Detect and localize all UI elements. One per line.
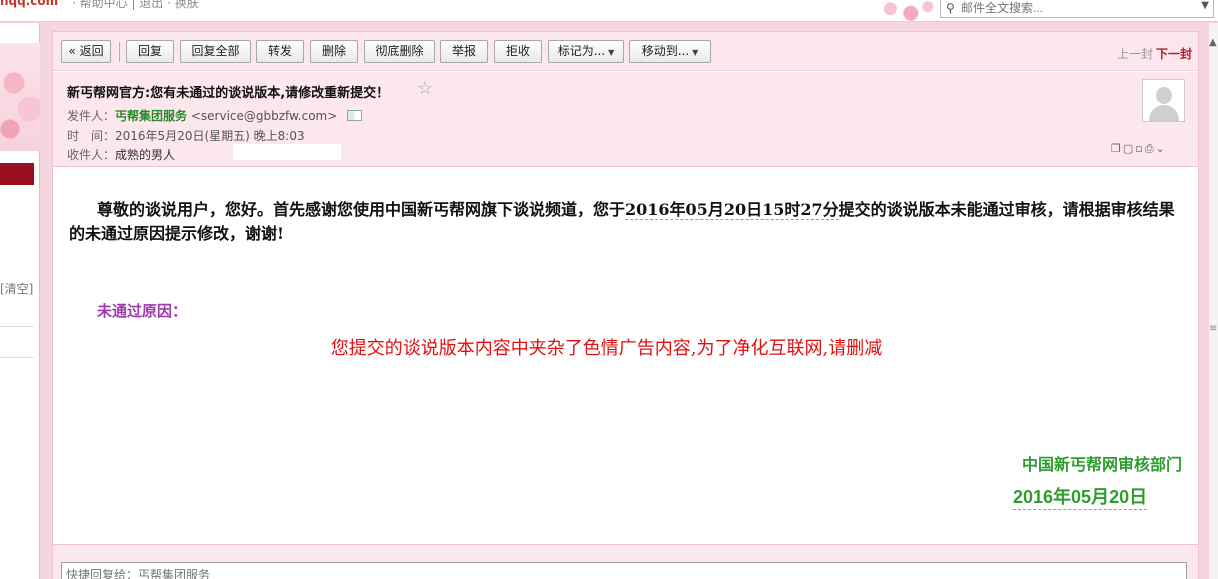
back-button[interactable]: « 返回 bbox=[61, 40, 111, 63]
search-input[interactable] bbox=[961, 0, 1191, 16]
chevron-down-icon: ▼ bbox=[608, 48, 615, 57]
print-icon[interactable]: ⎙ bbox=[1145, 142, 1156, 155]
avatar-body bbox=[1149, 105, 1179, 121]
scrollbar[interactable]: ▲ ≡ bbox=[1209, 23, 1218, 579]
recipient-label: 收件人： bbox=[67, 148, 116, 162]
move-to-dropdown[interactable]: 移动到... ▼ bbox=[629, 40, 711, 63]
recipient-row: 收件人：成熟的男人 bbox=[67, 146, 175, 163]
clear-link[interactable]: [清空] bbox=[0, 280, 33, 297]
divider bbox=[0, 357, 34, 358]
next-mail-link[interactable]: 下一封 bbox=[1156, 45, 1192, 62]
reason-label: 未通过原因： bbox=[97, 302, 188, 320]
avatar bbox=[1142, 79, 1185, 122]
reply-all-button[interactable]: 回复全部 bbox=[180, 40, 251, 63]
forward-button[interactable]: 转发 bbox=[256, 40, 304, 63]
chevron-down-icon: ▼ bbox=[692, 48, 699, 57]
top-links[interactable]: · 帮助中心 | 退出 · 换肤 bbox=[72, 0, 199, 11]
mail-header: 新丐帮网官方:您有未通过的谈说版本,请修改重新提交！ ☆ 发件人：丐帮集团服务 … bbox=[53, 72, 1198, 167]
recipient-redaction bbox=[233, 144, 341, 160]
time-row: 时 间：2016年5月20日(星期五) 晚上8:03 bbox=[67, 127, 305, 144]
sender-email: <service@gbbzfw.com> bbox=[190, 109, 338, 123]
prev-mail-link[interactable]: 上一封 bbox=[1117, 45, 1153, 62]
mail-subject: 新丐帮网官方:您有未通过的谈说版本,请修改重新提交！ bbox=[67, 86, 390, 101]
time-value: 2016年5月20日(星期五) 晚上8:03 bbox=[115, 129, 305, 143]
toolbar-divider bbox=[119, 42, 120, 62]
sender-label: 发件人： bbox=[67, 109, 116, 123]
brand-link[interactable]: nqq.com bbox=[0, 0, 58, 8]
mark-as-dropdown[interactable]: 标记为... ▼ bbox=[548, 40, 624, 63]
move-to-label: 移动到... bbox=[641, 44, 690, 58]
avatar-head bbox=[1156, 87, 1172, 104]
sidebar-compose-button[interactable] bbox=[0, 163, 34, 185]
search-icon[interactable]: ⚲ bbox=[946, 1, 955, 15]
mark-as-label: 标记为... bbox=[557, 44, 606, 58]
quick-reply-area bbox=[53, 544, 1198, 579]
save-icon[interactable]: ▫ bbox=[1135, 142, 1144, 155]
divider bbox=[0, 326, 34, 327]
star-icon[interactable]: ☆ bbox=[417, 78, 433, 99]
mail-paragraph: 尊敬的谈说用户，您好。首先感谢您使用中国新丐帮网旗下谈说频道，您于2016年05… bbox=[69, 198, 1179, 246]
mail-read-panel: « 返回 回复 回复全部 转发 删除 彻底删除 举报 拒收 标记为... ▼ 移动… bbox=[52, 31, 1199, 579]
header-tools: ❐▢▫⎙⌄ bbox=[1111, 142, 1167, 156]
mail-toolbar: « 返回 回复 回复全部 转发 删除 彻底删除 举报 拒收 标记为... ▼ 移动… bbox=[53, 32, 1198, 71]
report-button[interactable]: 举报 bbox=[440, 40, 488, 63]
signature-date: 2016年05月20日 bbox=[1013, 483, 1148, 510]
reply-button[interactable]: 回复 bbox=[126, 40, 174, 63]
top-bar: nqq.com · 帮助中心 | 退出 · 换肤 ⚲ ▼ bbox=[0, 0, 1218, 22]
contact-card-icon[interactable] bbox=[347, 110, 363, 121]
more-icon[interactable]: ⌄ bbox=[1156, 142, 1167, 155]
quick-reply-input[interactable] bbox=[61, 562, 1187, 579]
sidebar: [清空] bbox=[0, 23, 40, 579]
text-view-icon[interactable]: ▢ bbox=[1123, 142, 1135, 155]
recipient-value[interactable]: 成熟的男人 bbox=[115, 148, 175, 162]
chevron-down-icon[interactable]: ▼ bbox=[1201, 0, 1209, 11]
new-window-icon[interactable]: ❐ bbox=[1111, 142, 1123, 155]
para-datetime: 2016年05月20日15时27分 bbox=[625, 200, 839, 220]
reason-text: 您提交的谈说版本内容中夹杂了色情广告内容,为了净化互联网,请删减 bbox=[330, 338, 883, 359]
delete-button[interactable]: 删除 bbox=[310, 40, 358, 63]
sender-name[interactable]: 丐帮集团服务 bbox=[115, 109, 187, 123]
reject-button[interactable]: 拒收 bbox=[494, 40, 542, 63]
sidebar-flower-decoration bbox=[0, 43, 40, 151]
scroll-grip-icon[interactable]: ≡ bbox=[1209, 323, 1217, 334]
mail-body: 尊敬的谈说用户，您好。首先感谢您使用中国新丐帮网旗下谈说频道，您于2016年05… bbox=[53, 168, 1198, 543]
sender-row: 发件人：丐帮集团服务 <service@gbbzfw.com> bbox=[67, 107, 363, 124]
scroll-up-icon[interactable]: ▲ bbox=[1209, 37, 1217, 48]
time-label: 时 间： bbox=[67, 129, 116, 143]
delete-forever-button[interactable]: 彻底删除 bbox=[364, 40, 435, 63]
search-box[interactable]: ⚲ ▼ bbox=[940, 0, 1214, 18]
para-text: 尊敬的谈说用户，您好。首先感谢您使用中国新丐帮网旗下谈说频道，您于 bbox=[97, 200, 626, 219]
flower-decoration bbox=[870, 0, 938, 22]
signature-department: 中国新丐帮网审核部门 bbox=[1021, 455, 1182, 474]
